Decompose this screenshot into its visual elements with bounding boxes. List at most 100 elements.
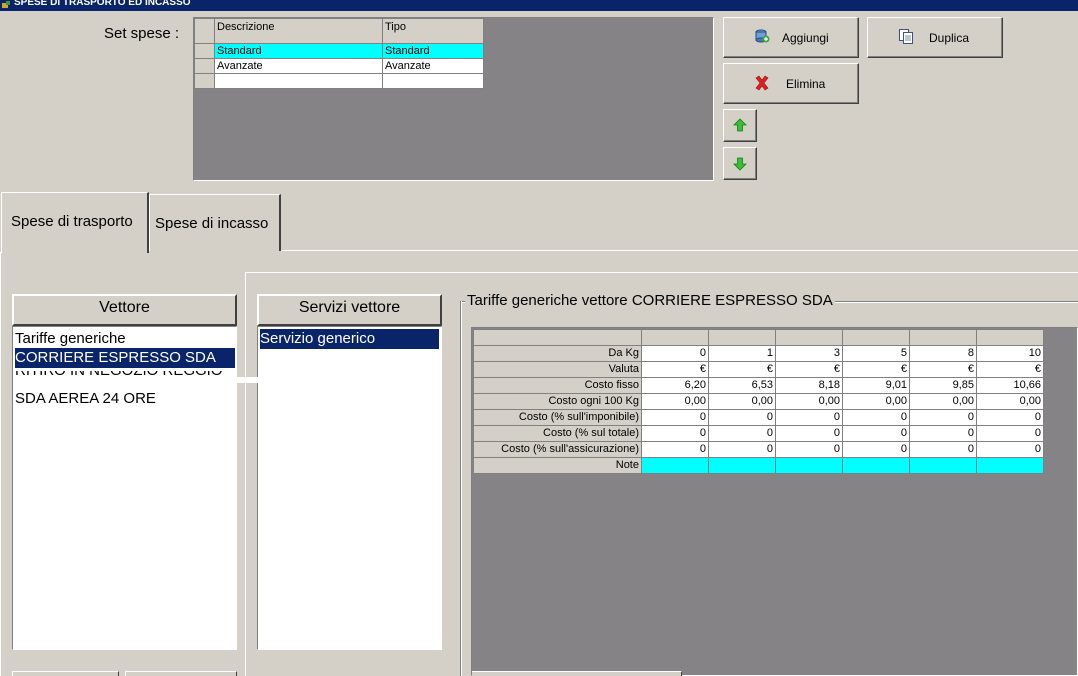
column-header-tipo[interactable]: Tipo [382,18,484,44]
grid-cell[interactable]: € [976,361,1044,378]
move-down-button[interactable] [723,147,757,180]
table-row[interactable]: Note [473,457,1044,474]
grid-cell[interactable]: 0 [708,409,776,426]
column-header[interactable] [842,329,910,346]
column-header[interactable] [909,329,977,346]
list-item[interactable]: RITIRO IN NEGOZIO REGGIO [15,371,223,391]
row-label: Costo (% sul totale) [473,425,642,442]
cell-descrizione[interactable]: Avanzate [214,58,383,74]
table-row[interactable]: Standard Standard [194,43,484,59]
row-label: Costo (% sull'assicurazione) [473,441,642,458]
grid-cell[interactable]: 0 [775,409,843,426]
grid-cell[interactable]: 8,18 [775,377,843,394]
grid-cell[interactable]: 0 [775,441,843,458]
list-item[interactable]: Servizio generico [260,329,439,349]
grid-cell[interactable]: 0,00 [775,393,843,410]
grid-cell[interactable] [641,457,709,474]
row-label: Valuta [473,361,642,378]
table-row[interactable] [194,73,484,89]
grid-cell[interactable]: € [842,361,910,378]
column-header[interactable] [641,329,709,346]
column-header[interactable] [976,329,1044,346]
move-up-button[interactable] [723,109,757,142]
grid-cell[interactable]: 0 [909,409,977,426]
grid-cell[interactable]: € [641,361,709,378]
grid-cell[interactable] [775,457,843,474]
grid-cell[interactable]: 0 [708,441,776,458]
grid-cell[interactable]: € [708,361,776,378]
bottom-button-right[interactable] [125,671,237,676]
column-header-descrizione[interactable]: Descrizione [214,18,383,44]
grid-cell[interactable]: 9,85 [909,377,977,394]
grid-cell[interactable]: 0 [842,425,910,442]
grid-cell[interactable]: 0,00 [708,393,776,410]
grid-cell[interactable]: 0,00 [909,393,977,410]
table-row[interactable]: Costo (% sul totale) 0 0 0 0 0 0 [473,425,1044,442]
grid-cell[interactable]: 0 [909,425,977,442]
cell-descrizione[interactable]: Standard [214,43,383,59]
grid-cell[interactable] [976,457,1044,474]
grid-cell[interactable]: 0 [708,425,776,442]
table-row[interactable]: Valuta € € € € € € [473,361,1044,378]
row-header[interactable] [194,73,215,89]
grid-cell[interactable]: 0 [842,441,910,458]
table-row[interactable]: Costo (% sull'imponibile) 0 0 0 0 0 0 [473,409,1044,426]
grid-cell[interactable]: 0 [641,441,709,458]
grid-cell[interactable]: 0 [976,409,1044,426]
grid-cell[interactable]: 10,66 [976,377,1044,394]
cell-descrizione[interactable] [214,73,383,89]
duplica-button[interactable]: Duplica [867,17,1003,58]
aggiungi-button[interactable]: Aggiungi [723,17,859,58]
tab-spese-di-incasso[interactable]: Spese di incasso [149,194,281,251]
servizi-list[interactable]: Servizio generico [257,326,442,650]
grid-cell[interactable]: 0 [976,425,1044,442]
duplica-label: Duplica [929,31,970,45]
grid-cell[interactable]: 0 [775,425,843,442]
tab-spese-di-trasporto[interactable]: Spese di trasporto [1,192,149,253]
grid-cell[interactable]: 0 [909,441,977,458]
grid-cell[interactable] [708,457,776,474]
table-row[interactable]: Costo fisso 6,20 6,53 8,18 9,01 9,85 10,66 [473,377,1044,394]
grid-cell[interactable]: 10 [976,345,1044,362]
table-row[interactable]: Da Kg 0 1 3 5 8 10 [473,345,1044,362]
table-row[interactable]: Avanzate Avanzate [194,58,484,74]
grid-cell[interactable]: 6,20 [641,377,709,394]
list-item[interactable]: SDA AEREA 24 ORE [15,389,156,409]
grid-cell[interactable]: 0 [976,441,1044,458]
grid-cell[interactable]: 9,01 [842,377,910,394]
grid-cell[interactable]: 1 [708,345,776,362]
grid-cell[interactable]: 6,53 [708,377,776,394]
cell-tipo[interactable]: Avanzate [382,58,484,74]
elimina-button[interactable]: Elimina [723,63,859,104]
cell-tipo[interactable] [382,73,484,89]
grid-cell[interactable]: 3 [775,345,843,362]
table-row[interactable]: Costo ogni 100 Kg 0,00 0,00 0,00 0,00 0,00 0,0… [473,393,1044,410]
row-header[interactable] [194,43,215,59]
column-header[interactable] [708,329,776,346]
grid-cell[interactable]: 0,00 [976,393,1044,410]
grid-cell[interactable]: 0 [842,409,910,426]
grid-cell[interactable]: 0 [641,345,709,362]
grid-cell[interactable]: 5 [842,345,910,362]
window-title: SPESE DI TRASPORTO ED INCASSO [14,0,191,8]
grid-cell[interactable] [842,457,910,474]
list-item[interactable]: Tariffe generiche [15,329,126,349]
list-item[interactable]: CORRIERE ESPRESSO SDA [15,348,235,368]
column-header[interactable] [775,329,843,346]
grid-cell[interactable]: 0 [641,409,709,426]
cell-tipo[interactable]: Standard [382,43,484,59]
grid-cell[interactable]: 0,00 [842,393,910,410]
horizontal-scrollbar[interactable] [472,671,682,676]
vettore-list[interactable]: Tariffe generiche CORRIERE ESPRESSO SDA … [12,326,271,650]
row-header[interactable] [194,58,215,74]
grid-cell[interactable]: 0,00 [641,393,709,410]
bottom-button-left[interactable] [12,671,119,676]
set-spese-grid[interactable]: Descrizione Tipo Standard Standard Avanz… [193,17,714,181]
grid-cell[interactable]: 0 [641,425,709,442]
grid-cell[interactable]: € [909,361,977,378]
grid-cell[interactable]: 8 [909,345,977,362]
grid-cell[interactable] [909,457,977,474]
table-row[interactable]: Costo (% sull'assicurazione) 0 0 0 0 0 0 [473,441,1044,458]
tariffe-grid[interactable]: Da Kg 0 1 3 5 8 10 Valuta € € € € € € Costo fisso 6,20 6… [471,327,1078,676]
grid-cell[interactable]: € [775,361,843,378]
